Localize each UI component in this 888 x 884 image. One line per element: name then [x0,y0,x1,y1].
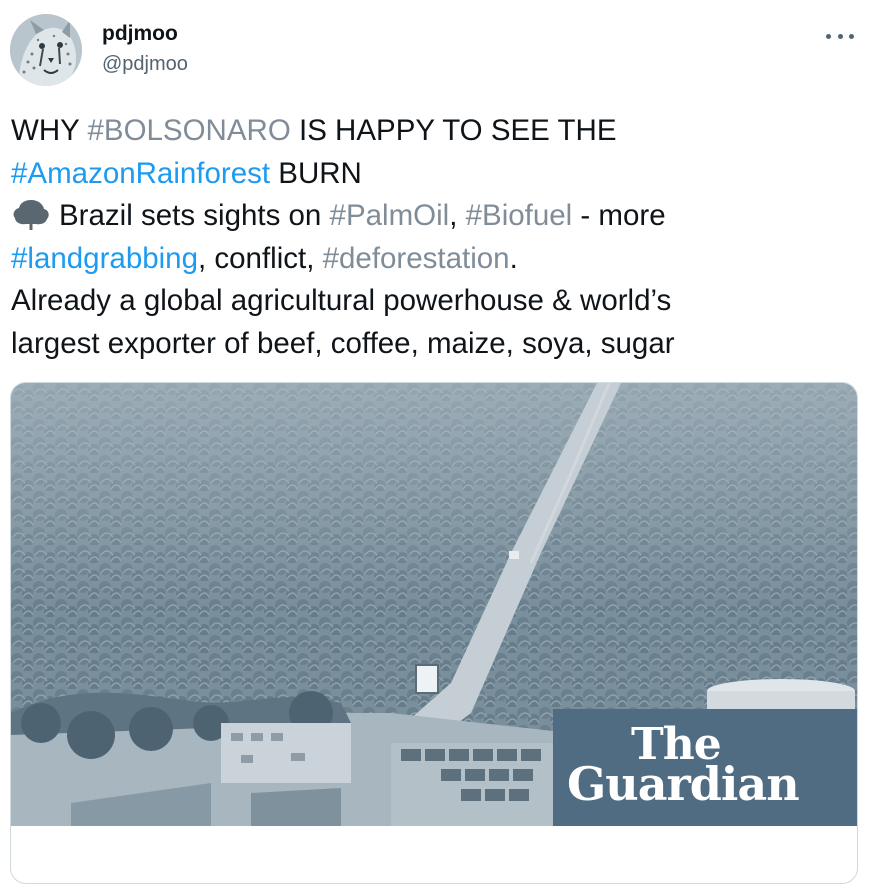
more-horizontal-icon [826,33,831,39]
guardian-logo-guardian: Guardian [567,757,800,811]
tweet-text-segment: . [509,241,518,275]
tweet-text-segment: WHY [11,114,88,147]
tweet-line-6: largest exporter of beef, coffee, maize,… [11,326,675,360]
link-card[interactable]: The Guardian [10,382,858,884]
tweet-text-segment: - more [572,199,666,232]
hashtag-amazonrainforest[interactable]: #AmazonRainforest [11,157,270,190]
tweet-line-2: #AmazonRainforest BURN [11,153,871,196]
display-name[interactable]: pdjmoo [102,20,188,48]
tweet-line-4: #landgrabbing, conflict, #deforestation. [11,238,871,281]
tweet-text-segment: BURN [270,156,362,190]
user-names: pdjmoo @pdjmoo [102,20,188,78]
tweet-text-segment: , [449,199,466,232]
tweet-text-segment: , conflict, [198,241,323,275]
hashtag-palmoil[interactable]: #PalmOil [330,199,450,232]
avatar[interactable] [10,14,82,86]
tweet-line-3: Brazil sets sights on #PalmOil, #Biofuel… [11,195,871,238]
hashtag-landgrabbing[interactable]: #landgrabbing [11,242,198,275]
more-options-button[interactable] [826,26,854,46]
cheetah-avatar-image [10,14,82,86]
tweet-line-1: WHY #BOLSONARO IS HAPPY TO SEE THE [11,110,871,153]
hashtag-deforestation[interactable]: #deforestation [323,242,510,275]
tweet-line-5: Already a global agricultural powerhouse… [11,284,672,317]
tweet-text: WHY #BOLSONARO IS HAPPY TO SEE THE #Amaz… [11,110,871,365]
tweet-text-segment: Brazil sets sights on [59,199,330,232]
deciduous-tree-icon [13,200,49,230]
tweet-header: pdjmoo @pdjmoo [10,14,878,90]
tweet-text-segment: IS HAPPY TO SEE THE [290,114,617,147]
hashtag-biofuel[interactable]: #Biofuel [466,199,573,232]
more-horizontal-icon [849,33,854,39]
user-handle[interactable]: @pdjmoo [102,50,188,78]
hashtag-bolsonaro[interactable]: #BOLSONARO [88,114,291,147]
more-horizontal-icon [837,33,843,39]
guardian-logo: The Guardian [553,709,857,826]
